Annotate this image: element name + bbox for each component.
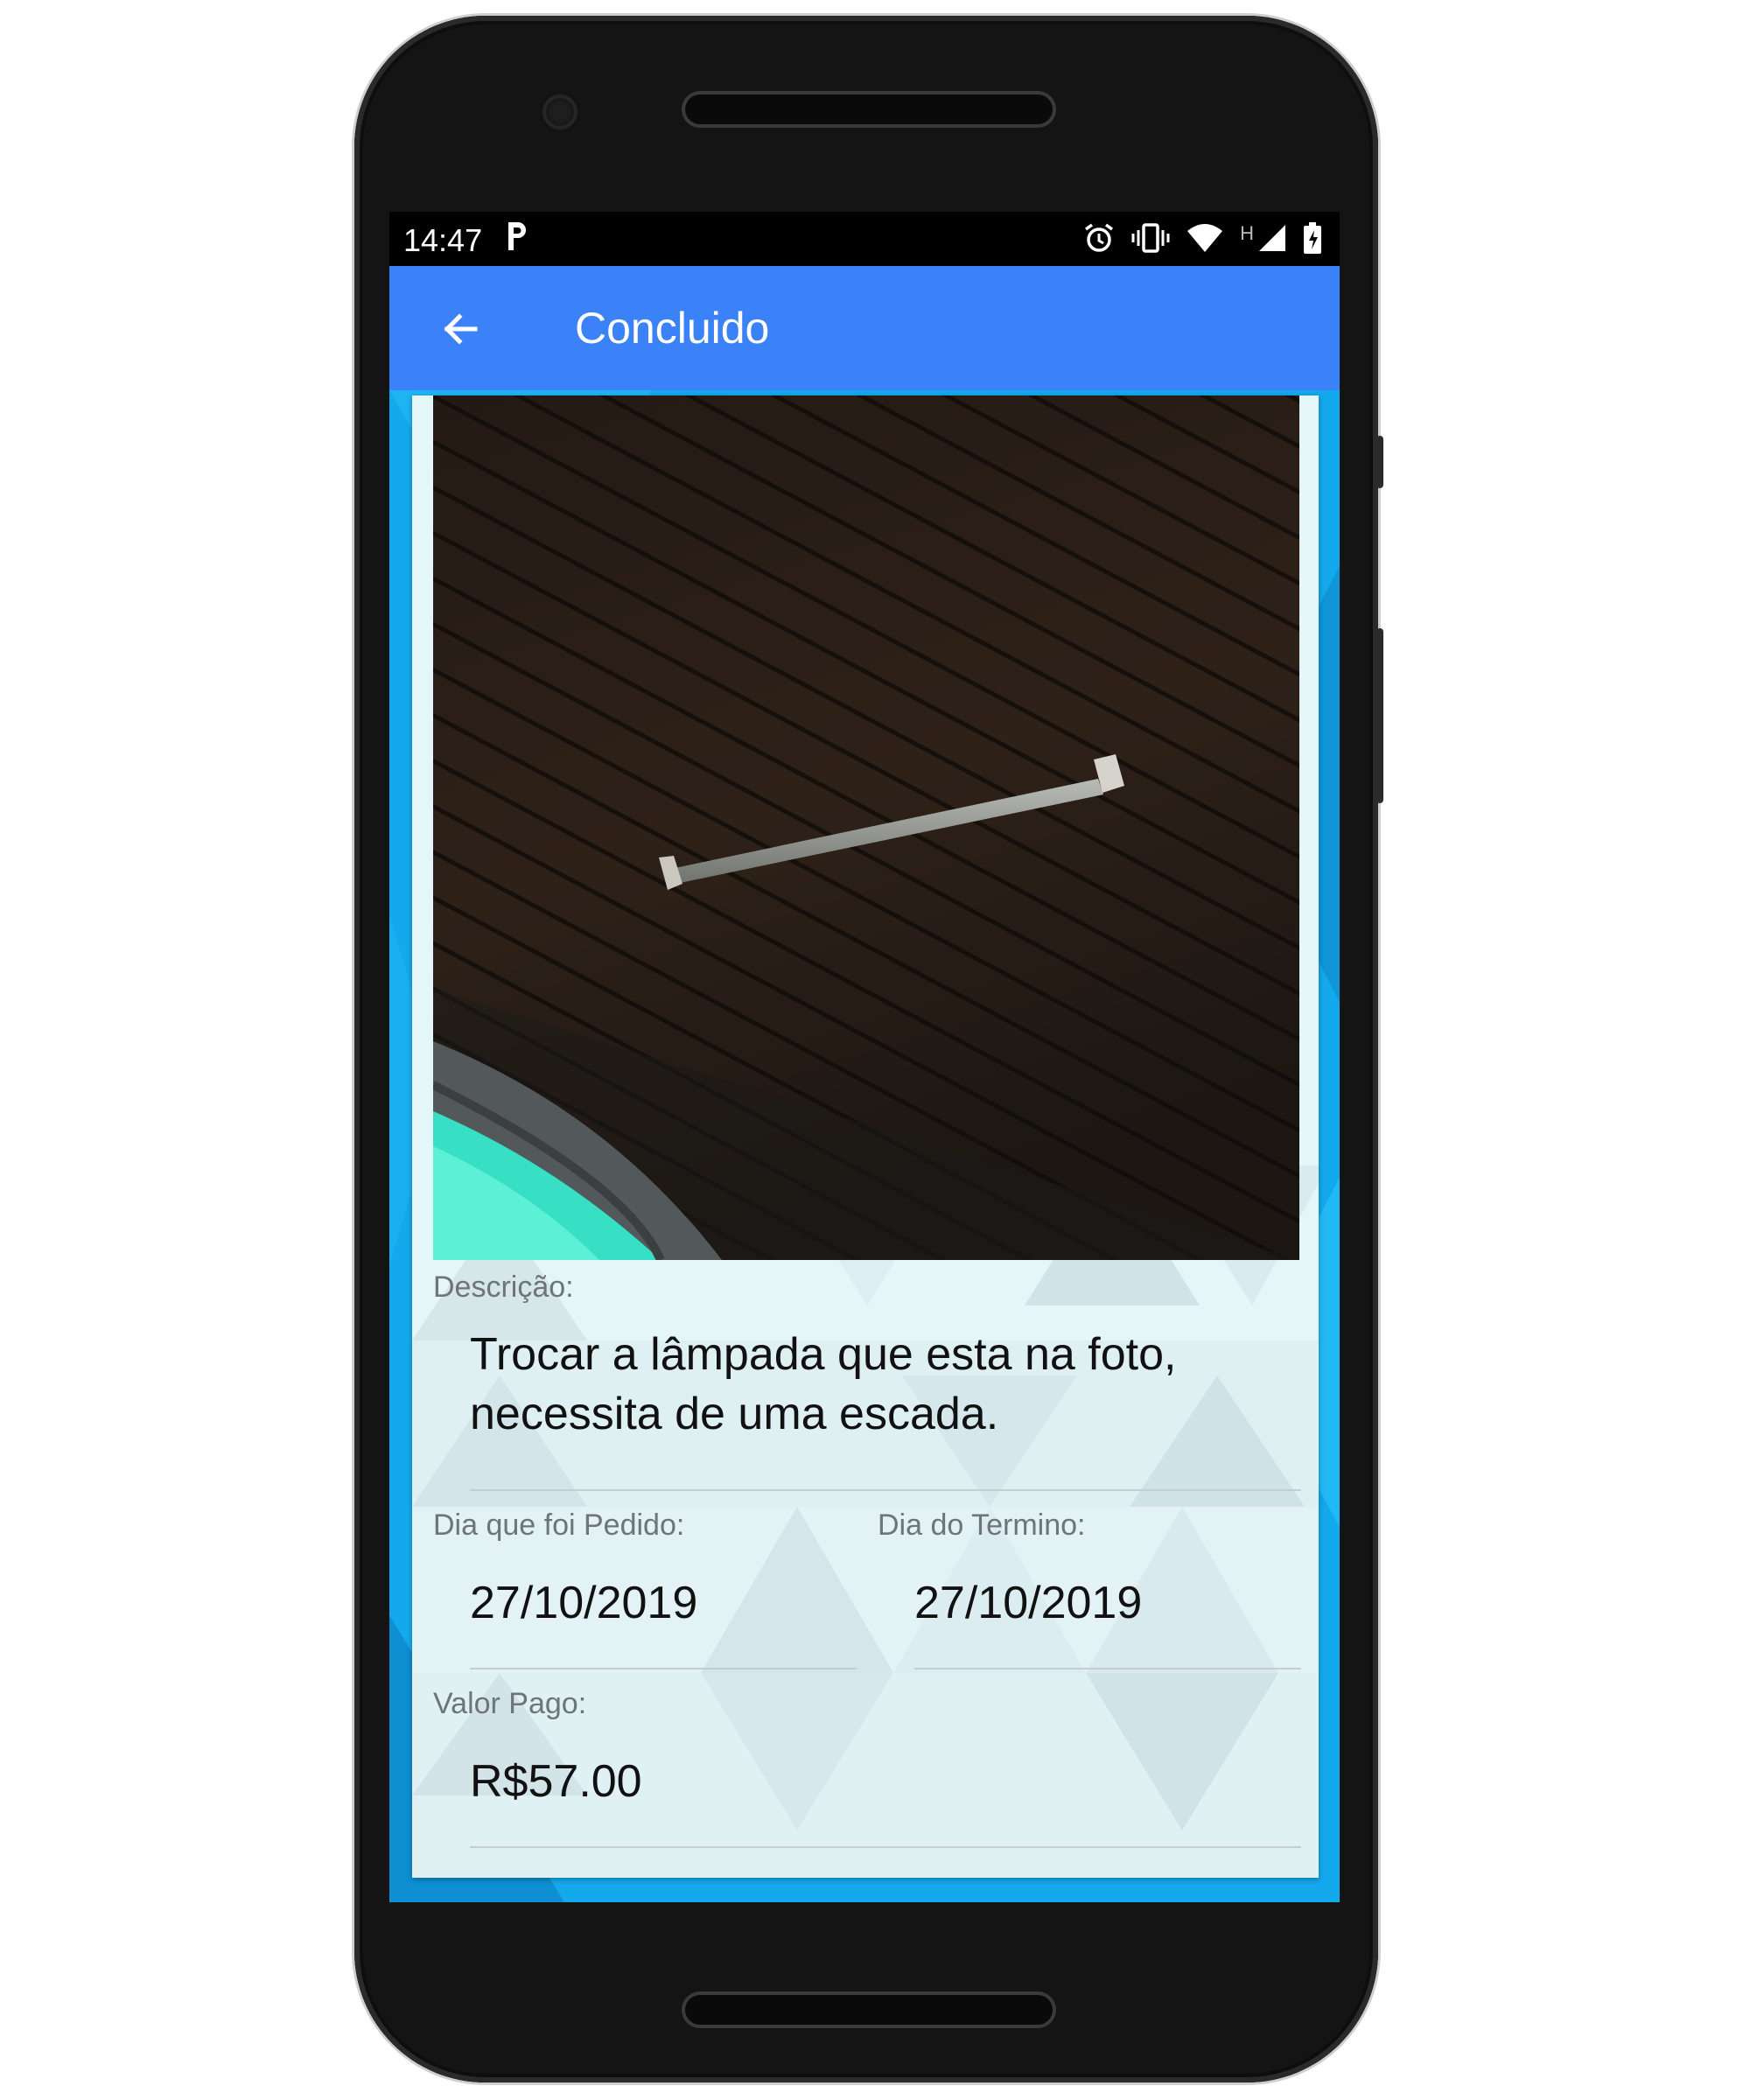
paid-underline	[470, 1846, 1301, 1848]
status-time: 14:47	[403, 222, 483, 258]
end-date-label: Dia do Termino:	[878, 1508, 1086, 1542]
power-button	[1376, 436, 1383, 488]
volume-button	[1376, 628, 1383, 803]
description-value: Trocar a lâmpada que esta na foto, neces…	[470, 1329, 1177, 1439]
page-title: Concluido	[575, 304, 770, 353]
arrow-left-icon	[444, 313, 478, 345]
status-bar: 14:47 H	[389, 212, 1340, 266]
paid-label: Valor Pago:	[433, 1687, 587, 1720]
description-underline	[470, 1489, 1301, 1491]
alarm-icon	[1082, 221, 1116, 259]
request-date-label: Dia que foi Pedido:	[433, 1508, 685, 1542]
wifi-icon	[1186, 222, 1224, 258]
status-icons: H	[1082, 220, 1322, 259]
bottom-speaker	[685, 1995, 1053, 2025]
end-date-value: 27/10/2019	[914, 1578, 1143, 1628]
signal-icon	[1257, 223, 1287, 257]
request-photo[interactable]	[433, 396, 1299, 1260]
h-network-icon: H	[1240, 222, 1254, 244]
back-button[interactable]	[435, 303, 487, 355]
vibrate-icon	[1131, 221, 1170, 259]
end-date-underline	[914, 1668, 1301, 1670]
request-date-value: 27/10/2019	[470, 1578, 698, 1628]
description-label: Descrição:	[433, 1270, 574, 1304]
request-date-underline	[470, 1668, 857, 1670]
earpiece-speaker	[685, 94, 1053, 124]
parking-p-icon	[503, 219, 529, 262]
app-bar: Concluido	[389, 266, 1340, 390]
detail-card: Descrição: Trocar a lâmpada que esta na …	[412, 396, 1319, 1878]
battery-charging-icon	[1303, 221, 1322, 259]
paid-value: R$57.00	[470, 1756, 642, 1807]
screen: 14:47 H Concluido Descrição: Trocar a lâ…	[389, 212, 1340, 1902]
front-camera	[542, 94, 578, 130]
